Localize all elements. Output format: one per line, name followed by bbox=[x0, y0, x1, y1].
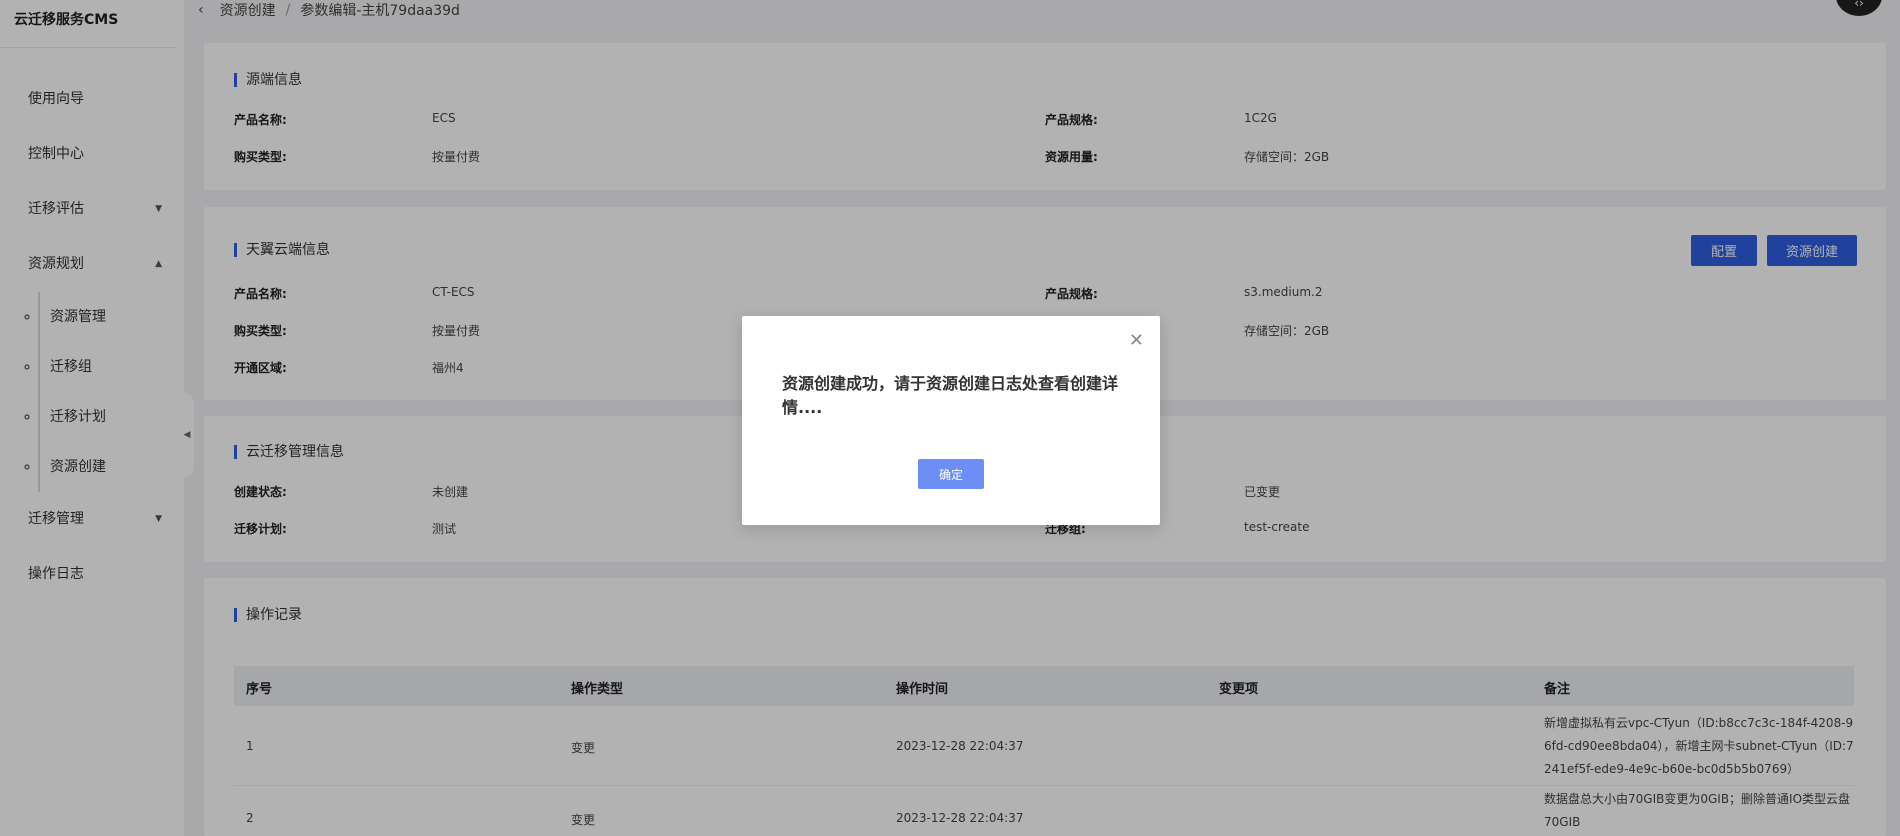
dialog-message: 资源创建成功，请于资源创建日志处查看创建详情.... bbox=[782, 374, 1119, 417]
success-dialog: ✕ 资源创建成功，请于资源创建日志处查看创建详情.... 确定 bbox=[742, 316, 1160, 525]
close-icon[interactable]: ✕ bbox=[1129, 330, 1144, 351]
confirm-button[interactable]: 确定 bbox=[918, 459, 984, 489]
